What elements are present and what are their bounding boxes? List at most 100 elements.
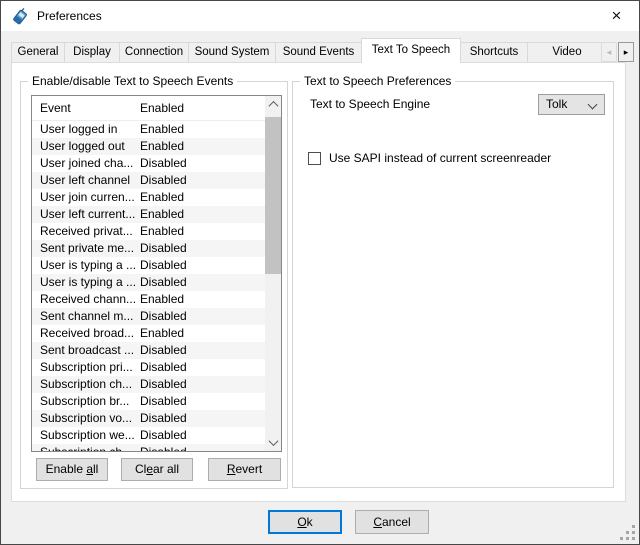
window-title: Preferences <box>37 1 102 31</box>
event-name: Subscription br... <box>40 394 129 408</box>
event-name: User logged out <box>40 139 125 153</box>
list-item[interactable]: Sent private me... Disabled <box>32 240 265 257</box>
tts-events-group: Enable/disable Text to Speech Events Eve… <box>20 81 288 489</box>
event-enabled-value: Enabled <box>140 121 184 138</box>
list-item[interactable]: Sent channel m... Disabled <box>32 308 265 325</box>
event-enabled-value: Disabled <box>140 308 187 325</box>
event-enabled-value: Disabled <box>140 155 187 172</box>
tts-engine-label: Text to Speech Engine <box>310 96 430 112</box>
list-item[interactable]: Received chann... Enabled <box>32 291 265 308</box>
tab-text-to-speech[interactable]: Text To Speech <box>361 38 461 63</box>
event-enabled-value: Enabled <box>140 138 184 155</box>
list-item[interactable]: Received privat... Enabled <box>32 223 265 240</box>
event-list-rows: User logged in Enabled User logged out E… <box>32 121 265 451</box>
list-item[interactable]: Subscription vo... Disabled <box>32 410 265 427</box>
use-sapi-label[interactable]: Use SAPI instead of current screenreader <box>329 151 551 166</box>
event-name: User left channel <box>40 173 130 187</box>
clear-all-button[interactable]: Clear all <box>121 458 193 481</box>
event-enabled-value: Disabled <box>140 376 187 393</box>
tts-preferences-group: Text to Speech Preferences Text to Speec… <box>292 81 614 488</box>
event-enabled-value: Disabled <box>140 257 187 274</box>
event-enabled-value: Disabled <box>140 240 187 257</box>
event-enabled-value: Disabled <box>140 342 187 359</box>
list-item[interactable]: User join curren... Enabled <box>32 189 265 206</box>
chevron-down-icon <box>588 100 598 110</box>
tab-sound-events[interactable]: Sound Events <box>275 42 362 63</box>
event-name: Received broad... <box>40 326 134 340</box>
event-name: User is typing a ... <box>40 275 136 289</box>
event-enabled-value: Enabled <box>140 223 184 240</box>
list-item[interactable]: User left current... Enabled <box>32 206 265 223</box>
event-name: User joined cha... <box>40 156 133 170</box>
close-icon[interactable]: × <box>594 1 639 31</box>
use-sapi-checkbox[interactable] <box>308 152 321 165</box>
list-item[interactable]: User logged out Enabled <box>32 138 265 155</box>
list-item[interactable]: User is typing a ... Disabled <box>32 257 265 274</box>
tab-shortcuts[interactable]: Shortcuts <box>460 42 528 63</box>
event-enabled-value: Enabled <box>140 325 184 342</box>
tts-engine-select[interactable]: Tolk <box>538 94 605 115</box>
list-item[interactable]: Subscription ch... Disabled <box>32 444 265 451</box>
event-name: Subscription ch... <box>40 445 132 451</box>
ok-button[interactable]: Ok <box>268 510 342 534</box>
resize-grip[interactable] <box>617 522 639 544</box>
tab-general[interactable]: General <box>11 42 65 63</box>
list-item[interactable]: User is typing a ... Disabled <box>32 274 265 291</box>
list-item[interactable]: Subscription pri... Disabled <box>32 359 265 376</box>
preferences-dialog: Preferences × General Display Connection… <box>0 0 640 545</box>
tab-scroll-right-icon[interactable]: ▸ <box>618 42 634 62</box>
scrollbar-thumb[interactable] <box>265 117 281 274</box>
event-enabled-value: Disabled <box>140 427 187 444</box>
enable-all-button[interactable]: Enable all <box>36 458 108 481</box>
app-icon <box>11 7 30 26</box>
tab-bar: General Display Connection Sound System … <box>11 38 601 63</box>
tab-video[interactable]: Video <box>527 42 601 63</box>
event-list[interactable]: Event Enabled User logged in Enabled Use… <box>31 95 282 452</box>
tab-sound-system[interactable]: Sound System <box>188 42 276 63</box>
list-item[interactable]: User logged in Enabled <box>32 121 265 138</box>
event-list-header[interactable]: Event Enabled <box>32 96 281 121</box>
list-item[interactable]: User left channel Disabled <box>32 172 265 189</box>
list-item[interactable]: Subscription we... Disabled <box>32 427 265 444</box>
tab-connection[interactable]: Connection <box>119 42 189 63</box>
event-name: User left current... <box>40 207 135 221</box>
event-name: Sent private me... <box>40 241 134 255</box>
scroll-down-icon[interactable] <box>265 434 281 451</box>
list-item[interactable]: Subscription ch... Disabled <box>32 376 265 393</box>
event-name: User join curren... <box>40 190 135 204</box>
event-list-scrollbar[interactable] <box>265 96 281 451</box>
event-name: User is typing a ... <box>40 258 136 272</box>
tab-scroll-buttons: ◂ ▸ <box>601 42 634 62</box>
event-enabled-value: Disabled <box>140 410 187 427</box>
revert-button[interactable]: Revert <box>208 458 281 481</box>
column-header-enabled[interactable]: Enabled <box>140 96 184 121</box>
event-name: Subscription vo... <box>40 411 132 425</box>
tts-events-group-title: Enable/disable Text to Speech Events <box>28 74 237 88</box>
list-item[interactable]: User joined cha... Disabled <box>32 155 265 172</box>
event-enabled-value: Disabled <box>140 393 187 410</box>
event-enabled-value: Enabled <box>140 206 184 223</box>
event-enabled-value: Disabled <box>140 274 187 291</box>
scroll-up-icon[interactable] <box>265 96 281 113</box>
event-enabled-value: Disabled <box>140 444 187 451</box>
tab-scroll-left-icon[interactable]: ◂ <box>601 42 617 62</box>
list-item[interactable]: Received broad... Enabled <box>32 325 265 342</box>
list-item[interactable]: Sent broadcast ... Disabled <box>32 342 265 359</box>
event-enabled-value: Enabled <box>140 291 184 308</box>
tab-display[interactable]: Display <box>64 42 120 63</box>
event-name: Subscription pri... <box>40 360 133 374</box>
event-name: Subscription ch... <box>40 377 132 391</box>
column-header-event[interactable]: Event <box>40 101 71 115</box>
event-enabled-value: Enabled <box>140 189 184 206</box>
title-bar: Preferences × <box>1 1 639 31</box>
cancel-button[interactable]: Cancel <box>355 510 429 534</box>
event-name: Received privat... <box>40 224 133 238</box>
tts-preferences-group-title: Text to Speech Preferences <box>300 74 455 88</box>
event-name: User logged in <box>40 122 117 136</box>
event-name: Sent channel m... <box>40 309 133 323</box>
event-enabled-value: Disabled <box>140 359 187 376</box>
list-item[interactable]: Subscription br... Disabled <box>32 393 265 410</box>
event-name: Sent broadcast ... <box>40 343 134 357</box>
tts-engine-value: Tolk <box>546 97 567 111</box>
event-enabled-value: Disabled <box>140 172 187 189</box>
